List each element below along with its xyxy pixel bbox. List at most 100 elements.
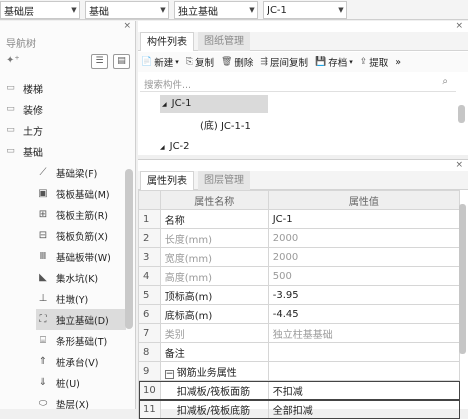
nav-item[interactable]: Ⅲ 基础板带(W) [36, 246, 126, 267]
tab-component-list[interactable]: 构件列表 [140, 32, 194, 51]
property-value[interactable]: -3.95 [267, 285, 461, 305]
collapse-icon[interactable]: − [164, 369, 174, 379]
strip-footing-icon: ⌸ [40, 334, 46, 346]
chevron-down-icon: ▾ [349, 58, 353, 66]
property-value[interactable]: 500 [267, 266, 461, 286]
property-value[interactable]: -4.45 [267, 304, 461, 324]
property-value[interactable]: 不扣减 [267, 380, 461, 400]
properties-tabs: 属性列表 图层管理 [138, 171, 468, 190]
archive-button[interactable]: 💾 存档 ▾ [315, 55, 353, 69]
list-view-icon[interactable]: ☰ [91, 54, 108, 69]
property-row[interactable]: 4 高度(mm) 500 [138, 266, 461, 286]
property-row[interactable]: 8 备注 [138, 342, 461, 362]
nav-scrollbar[interactable] [125, 169, 133, 329]
nav-category-foundation[interactable]: ▭ 基础 [4, 141, 43, 161]
delete-button[interactable]: 🗑 删除 [221, 55, 253, 69]
sparkle-icon[interactable]: ✦⁺ [6, 55, 20, 66]
property-value[interactable]: JC-1 [267, 209, 461, 229]
expand-toggle-icon[interactable]: ◢ [160, 144, 165, 151]
tree-node[interactable]: ◢ JC-2 [160, 138, 190, 156]
floor-combo[interactable]: 基础层 ▼ [0, 1, 80, 19]
property-value[interactable] [267, 342, 461, 362]
tree-node[interactable]: (底) JC-1-1 [200, 118, 251, 136]
row-number: 2 [138, 228, 161, 248]
property-row[interactable]: 3 宽度(mm) 2000 [138, 247, 461, 267]
property-name: 顶标高(m) [164, 291, 213, 303]
tree-node[interactable]: ◢ JC-1 [160, 95, 268, 113]
raft-rebar-icon: ⊞ [38, 208, 48, 220]
expand-toggle-icon[interactable]: ◢ [162, 101, 167, 108]
nav-item-label: 垫层(X) [56, 399, 89, 411]
property-row[interactable]: 11 扣减板/筏板底筋 全部扣减 [138, 399, 461, 419]
nav-category-decoration[interactable]: ▭ 装修 [4, 99, 43, 119]
nav-item[interactable]: ⇓ 桩(U) [36, 372, 126, 393]
copy-icon: ⎘ [185, 57, 193, 67]
isolated-footing-icon: ⛶ [39, 313, 47, 325]
copy-button[interactable]: ⎘ 复制 [186, 55, 214, 69]
chevron-down-icon: ▼ [71, 6, 77, 14]
component-scrollbar[interactable] [458, 105, 465, 123]
nav-category-label: 土方 [23, 126, 43, 138]
property-row[interactable]: 2 长度(mm) 2000 [138, 228, 461, 248]
nav-item[interactable]: ⊟ 筏板负筋(X) [36, 225, 126, 246]
property-name: 高度(mm) [164, 272, 213, 284]
nav-item-label: 独立基础(D) [56, 315, 109, 327]
property-row[interactable]: 7 类别 独立柱基基础 [138, 323, 461, 343]
nav-item[interactable]: ⊥ 柱墩(Y) [36, 288, 126, 309]
nav-category-earthwork[interactable]: ▭ 土方 [4, 120, 43, 140]
raft-icon: ▣ [38, 187, 48, 199]
strip-icon: Ⅲ [39, 250, 47, 262]
property-value[interactable]: 独立柱基基础 [267, 323, 461, 343]
nav-item[interactable]: ⌸ 条形基础(T) [36, 330, 126, 351]
property-value[interactable]: 全部扣减 [267, 399, 461, 419]
row-number: 4 [138, 266, 161, 286]
search-icon[interactable]: ⌕ [442, 76, 448, 87]
category-combo[interactable]: 基础 ▼ [85, 1, 169, 19]
component-combo[interactable]: JC-1 ▼ [263, 1, 347, 19]
new-button[interactable]: 📄 新建 ▾ [141, 55, 179, 69]
nav-item[interactable]: ⬭ 垫层(X) [36, 393, 126, 414]
property-row[interactable]: 9− 钢筋业务属性 [138, 361, 461, 381]
layer-copy-label: 层间复制 [269, 58, 308, 69]
raft-neg-rebar-icon: ⊟ [38, 229, 48, 241]
property-row[interactable]: 10 扣减板/筏板面筋 不扣减 [138, 380, 461, 400]
nav-item[interactable]: ⊞ 筏板主筋(R) [36, 204, 126, 225]
folder-open-icon: ▭ [6, 145, 15, 156]
tab-drawing-management[interactable]: 图纸管理 [198, 32, 250, 51]
tab-layer-management[interactable]: 图层管理 [198, 171, 250, 190]
nav-item[interactable]: ▣ 筏板基础(M) [36, 183, 126, 204]
component-search-input[interactable]: 搜索构件... ⌕ [140, 74, 456, 92]
close-icon[interactable]: × [455, 21, 463, 31]
more-tools-icon[interactable]: » [395, 57, 401, 68]
property-row[interactable]: 1 名称 JC-1 [138, 209, 461, 229]
grid-view-icon[interactable]: ▤ [113, 54, 130, 69]
property-value[interactable]: 2000 [267, 228, 461, 248]
property-row[interactable]: 6 底标高(m) -4.45 [138, 304, 461, 324]
properties-scrollbar[interactable] [459, 204, 466, 354]
properties-header-row: 属性名称 属性值 [138, 190, 461, 210]
row-number: 6 [138, 304, 161, 324]
row-number: 7 [138, 323, 161, 343]
type-combo-value: 独立基础 [178, 6, 218, 18]
layer-copy-button[interactable]: ⇶ 层间复制 [260, 55, 308, 69]
close-icon[interactable]: × [123, 21, 131, 31]
nav-item-label: 筏板负筋(X) [56, 231, 108, 243]
row-number: 3 [138, 247, 161, 267]
nav-item[interactable]: ◣ 集水坑(K) [36, 267, 126, 288]
cushion-icon: ⬭ [38, 397, 48, 409]
nav-category-stairs[interactable]: ▭ 楼梯 [4, 78, 43, 98]
property-value[interactable]: 2000 [267, 247, 461, 267]
component-list-panel: × 构件列表 图纸管理 📄 新建 ▾ ⎘ 复制 🗑 删除 ⇶ 层间复制 💾 存档 ▾ ⇪ 提取 » 搜索构件… [138, 21, 468, 155]
nav-item[interactable]: ⟋ 基础梁(F) [36, 162, 126, 183]
row-number: 9 [138, 361, 161, 381]
nav-item[interactable]: ⛶ 独立基础(D) [36, 309, 126, 330]
tab-property-list[interactable]: 属性列表 [140, 171, 194, 190]
close-icon[interactable]: × [455, 160, 463, 170]
property-name-cell: 长度(mm) [159, 228, 269, 248]
nav-item[interactable]: ⇑ 桩承台(V) [36, 351, 126, 372]
property-name-cell: 顶标高(m) [159, 285, 269, 305]
type-combo[interactable]: 独立基础 ▼ [174, 1, 258, 19]
extract-button[interactable]: ⇪ 提取 [360, 55, 389, 69]
property-row[interactable]: 5 顶标高(m) -3.95 [138, 285, 461, 305]
property-value[interactable] [267, 361, 461, 381]
